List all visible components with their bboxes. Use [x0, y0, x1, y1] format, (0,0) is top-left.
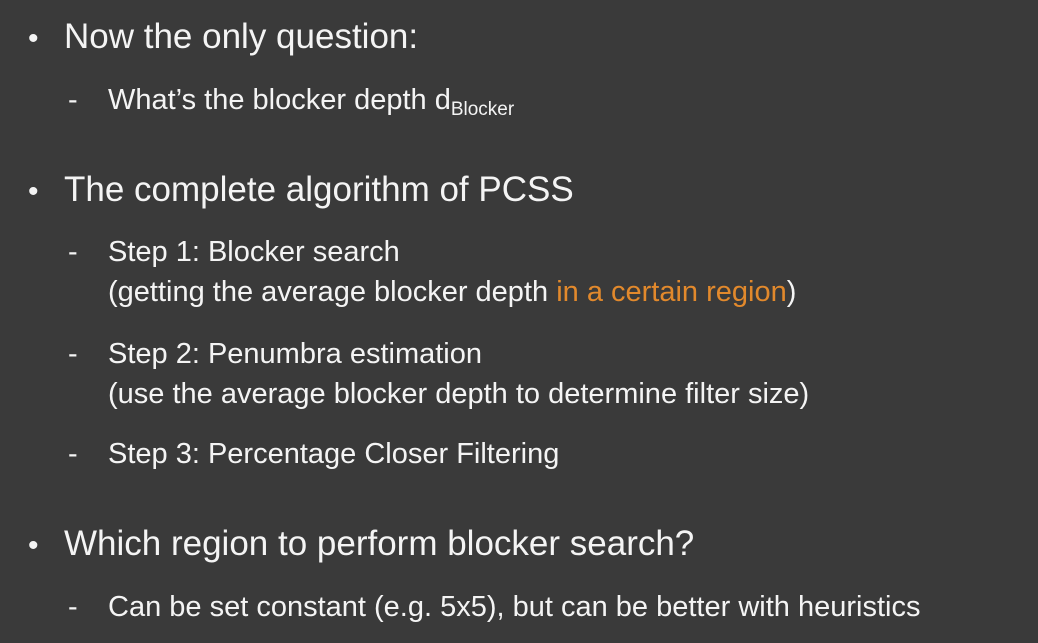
- section-heading: Which region to perform blocker search?: [64, 524, 695, 563]
- bullet-icon: •: [28, 175, 39, 208]
- sub-bullet-detail: (use the average blocker depth to determ…: [108, 378, 810, 410]
- dash-icon: -: [68, 338, 78, 370]
- sub-bullet: - Step 2: Penumbra estimation (use the a…: [68, 334, 809, 414]
- slide: • Now the only question: - What’s the bl…: [0, 0, 1038, 643]
- sub-bullet: - Step 1: Blocker search (getting the av…: [68, 232, 796, 312]
- section-heading: The complete algorithm of PCSS: [64, 170, 574, 209]
- sub-bullet-text: Step 3: Percentage Closer Filtering: [108, 438, 560, 470]
- sub-bullet-text: Step 2: Penumbra estimation: [108, 338, 482, 370]
- section-heading: Now the only question:: [64, 17, 419, 56]
- bullet-point: • Now the only question:: [28, 17, 418, 59]
- dash-icon: -: [68, 236, 78, 268]
- bullet-icon: •: [28, 529, 39, 562]
- highlight-text: in a certain region: [556, 276, 787, 308]
- bullet-icon: •: [28, 22, 39, 55]
- dash-icon: -: [68, 84, 78, 116]
- dash-icon: -: [68, 591, 78, 623]
- sub-bullet-text: Step 1: Blocker search: [108, 236, 400, 268]
- sub-bullet-detail: (getting the average blocker depth in a …: [108, 276, 797, 308]
- sub-bullet: - What’s the blocker depth dBlocker: [68, 80, 514, 124]
- sub-bullet: - Step 3: Percentage Closer Filtering: [68, 434, 559, 474]
- sub-bullet: - Can be set constant (e.g. 5x5), but ca…: [68, 587, 920, 627]
- bullet-point: • The complete algorithm of PCSS: [28, 170, 574, 212]
- sub-bullet-text: Can be set constant (e.g. 5x5), but can …: [108, 591, 921, 623]
- bullet-point: • Which region to perform blocker search…: [28, 524, 694, 566]
- subscript-text: Blocker: [450, 99, 515, 120]
- dash-icon: -: [68, 438, 78, 470]
- sub-bullet-text: What’s the blocker depth d: [108, 84, 451, 116]
